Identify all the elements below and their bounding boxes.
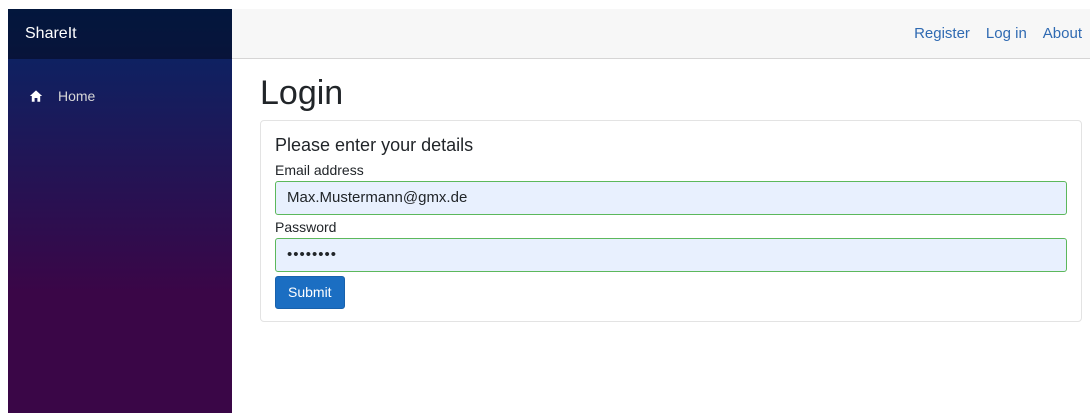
brand-link[interactable]: ShareIt: [25, 25, 77, 43]
password-input[interactable]: [275, 237, 1067, 272]
app-frame: ShareIt Home Register Log in About Login…: [8, 9, 1090, 413]
main-area: Register Log in About Login Please enter…: [232, 9, 1090, 413]
password-label: Password: [275, 218, 337, 235]
page-title: Login: [260, 74, 344, 112]
sidebar-nav: Home: [8, 59, 232, 111]
sidebar-item-label: Home: [58, 88, 96, 104]
sidebar-item-home[interactable]: Home: [8, 81, 232, 111]
login-card: Please enter your details Email address …: [260, 119, 1082, 322]
home-icon: [29, 89, 43, 103]
login-link[interactable]: Log in: [986, 25, 1027, 42]
email-input[interactable]: [275, 180, 1067, 215]
submit-button[interactable]: Submit: [275, 275, 345, 309]
register-link[interactable]: Register: [914, 25, 970, 42]
sidebar: ShareIt Home: [8, 9, 232, 413]
about-link[interactable]: About: [1043, 25, 1082, 42]
page-content: Login Please enter your details Email ad…: [232, 59, 1090, 322]
brand-bar: ShareIt: [8, 9, 232, 59]
card-heading: Please enter your details: [275, 134, 474, 155]
email-label: Email address: [275, 161, 364, 178]
top-navbar: Register Log in About: [232, 9, 1090, 59]
